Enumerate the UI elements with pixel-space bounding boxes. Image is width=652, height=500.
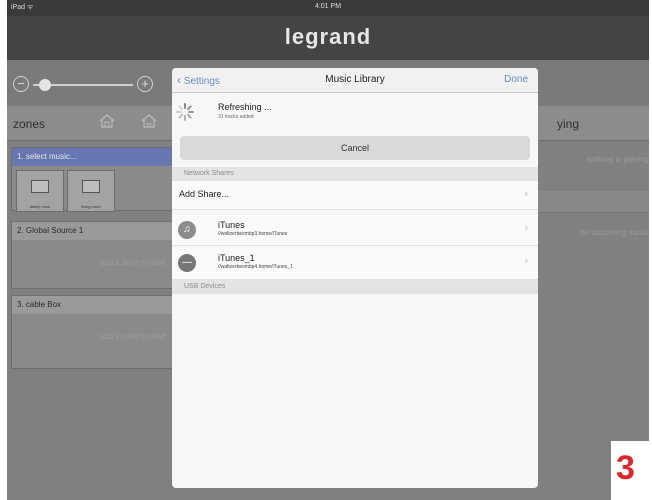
page-number-badge: 3 xyxy=(611,441,652,500)
zone-title: 1. select music... xyxy=(12,148,174,166)
chevron-right-icon: › xyxy=(524,222,528,234)
volume-slider-thumb[interactable] xyxy=(39,79,51,91)
usb-devices-header: USB Devices xyxy=(172,280,538,294)
zone-3[interactable]: 3. cable Box add a zone to start xyxy=(11,295,175,369)
share-name: iTunes xyxy=(218,220,245,230)
zone-title: 2. Global Source 1 xyxy=(12,222,174,240)
cancel-button[interactable]: Cancel xyxy=(180,136,530,160)
zone-title: 3. cable Box xyxy=(12,296,174,314)
refresh-title: Refreshing ... xyxy=(218,102,272,112)
home-group-icon[interactable]: <> xyxy=(141,114,157,128)
app-header: legrand xyxy=(7,16,649,60)
svg-text:<>: <> xyxy=(146,122,152,128)
sofa-icon xyxy=(82,180,100,193)
source-family-room-button[interactable]: family room xyxy=(16,170,64,212)
zones-title: zones xyxy=(13,117,46,131)
share-row-itunes-1[interactable]: — iTunes_1 //waltzerbesmbp4.home/iTunes_… xyxy=(172,248,538,280)
zone-hint: add a zone to start xyxy=(99,258,166,267)
spinner-icon xyxy=(176,103,194,121)
zone-2[interactable]: 2. Global Source 1 add a zone to start xyxy=(11,221,175,289)
share-path: //waltzerbesmbp3.home/iTunes xyxy=(218,231,288,237)
add-share-label: Add Share... xyxy=(179,189,230,199)
dialog-nav-bar: ‹ Settings Music Library Done xyxy=(172,68,538,93)
refresh-subtitle: 31 tracks added xyxy=(218,114,254,120)
add-share-row[interactable]: Add Share... › xyxy=(172,181,538,210)
share-name: iTunes_1 xyxy=(218,253,255,263)
status-bar: iPad ᯤ 4:01 PM xyxy=(7,0,649,16)
home-icon[interactable] xyxy=(99,114,115,128)
legrand-logo: legrand xyxy=(284,24,372,49)
network-shares-header: Network Shares xyxy=(172,167,538,181)
now-playing-title: ying xyxy=(557,117,580,131)
status-time: 4:01 PM xyxy=(314,3,342,10)
volume-down-icon[interactable]: − xyxy=(13,76,29,92)
tv-icon xyxy=(31,180,49,193)
minus-circle-icon: — xyxy=(178,254,196,272)
chevron-right-icon: › xyxy=(524,255,528,267)
source-living-room-button[interactable]: living room xyxy=(67,170,115,212)
zone-hint: add a zone to start xyxy=(99,332,166,341)
chevron-right-icon: › xyxy=(524,188,528,200)
volume-up-icon[interactable]: + xyxy=(137,76,153,92)
done-button[interactable]: Done xyxy=(504,74,528,85)
dialog-title: Music Library xyxy=(325,74,385,85)
zone-1[interactable]: 1. select music... family room living ro… xyxy=(11,147,175,212)
share-path: //waltzerbesmbp4.home/iTunes_1 xyxy=(218,264,293,270)
music-library-dialog: ‹ Settings Music Library Done Refreshing… xyxy=(172,68,538,488)
music-note-icon: ♫ xyxy=(178,221,196,239)
refresh-status: Refreshing ... 31 tracks added xyxy=(172,93,538,131)
share-row-itunes[interactable]: ♫ iTunes //waltzerbesmbp3.home/iTunes › xyxy=(172,215,538,246)
